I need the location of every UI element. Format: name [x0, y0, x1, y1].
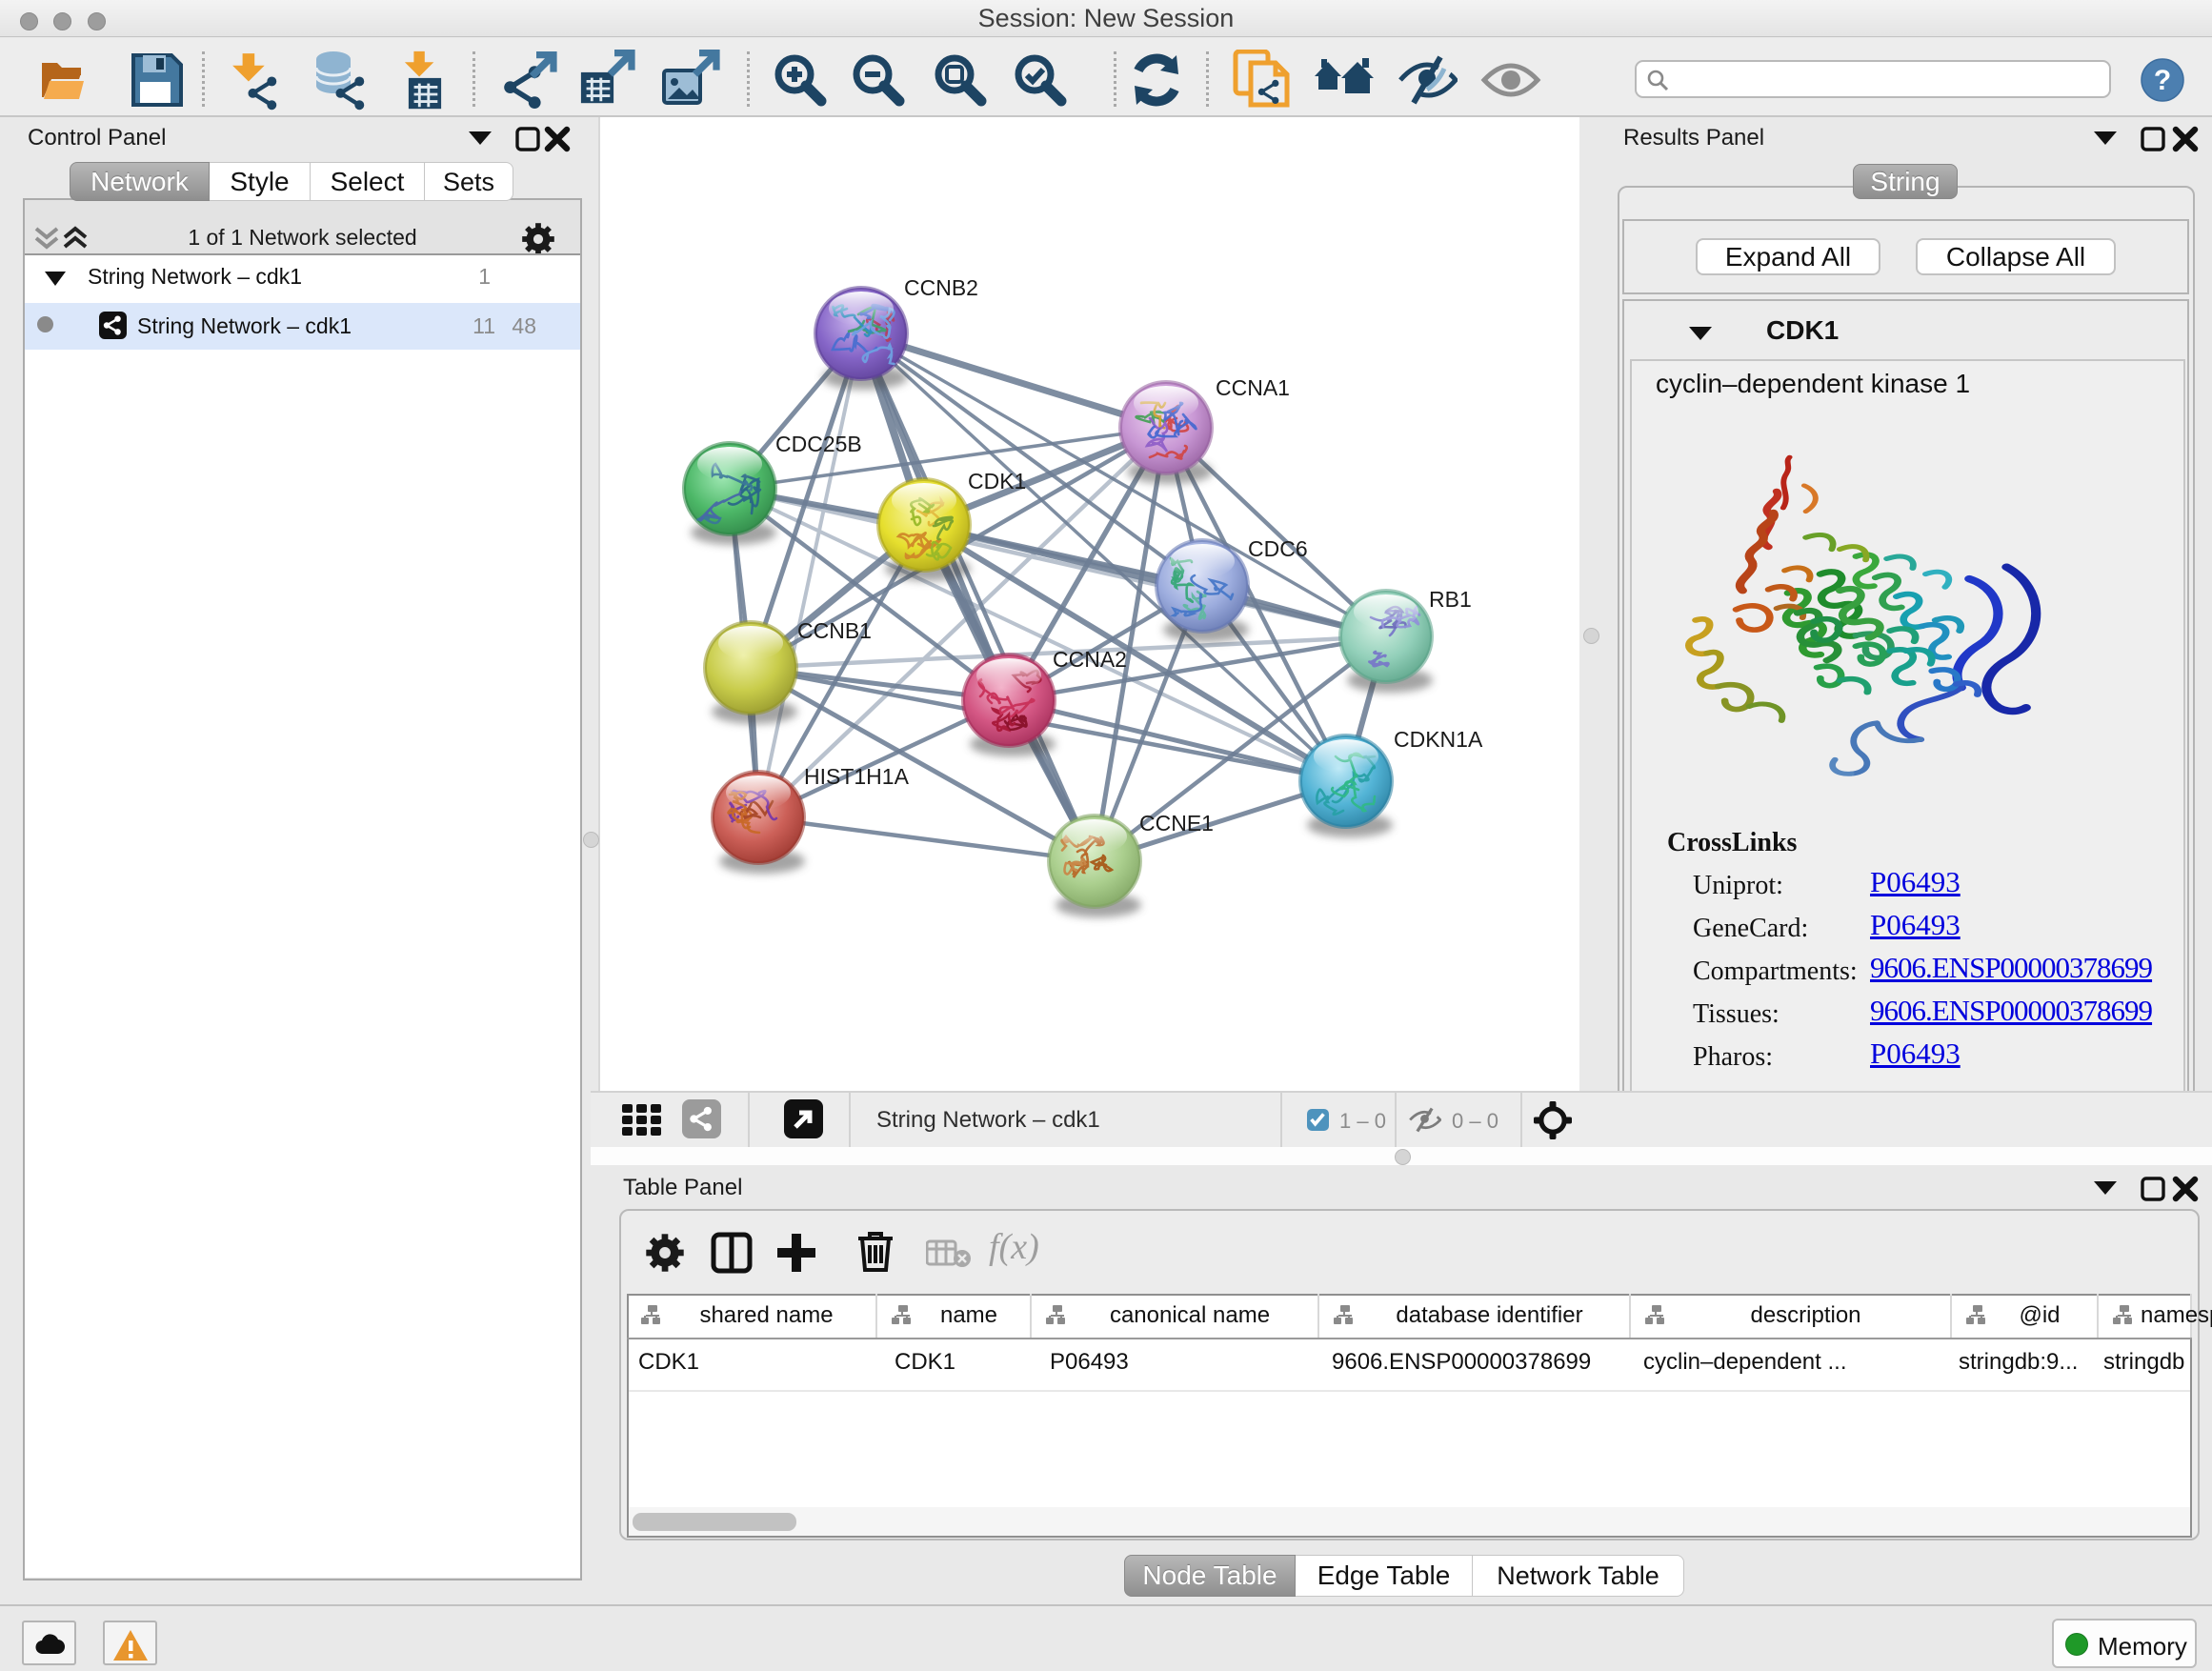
svg-text:CCNB1: CCNB1 — [797, 618, 872, 643]
svg-text:CCNA2: CCNA2 — [1053, 647, 1127, 672]
svg-text:?: ? — [2154, 65, 2171, 96]
svg-text:CCNE1: CCNE1 — [1139, 811, 1214, 836]
svg-text:CDKN1A: CDKN1A — [1394, 727, 1483, 752]
svg-text:RB1: RB1 — [1429, 587, 1472, 612]
svg-text:CDC25B: CDC25B — [775, 432, 862, 456]
svg-text:CDK1: CDK1 — [968, 469, 1026, 493]
svg-text:CCNA1: CCNA1 — [1216, 375, 1290, 400]
svg-text:CDC6: CDC6 — [1248, 536, 1308, 561]
svg-text:HIST1H1A: HIST1H1A — [804, 764, 910, 789]
svg-text:CCNB2: CCNB2 — [904, 275, 978, 300]
